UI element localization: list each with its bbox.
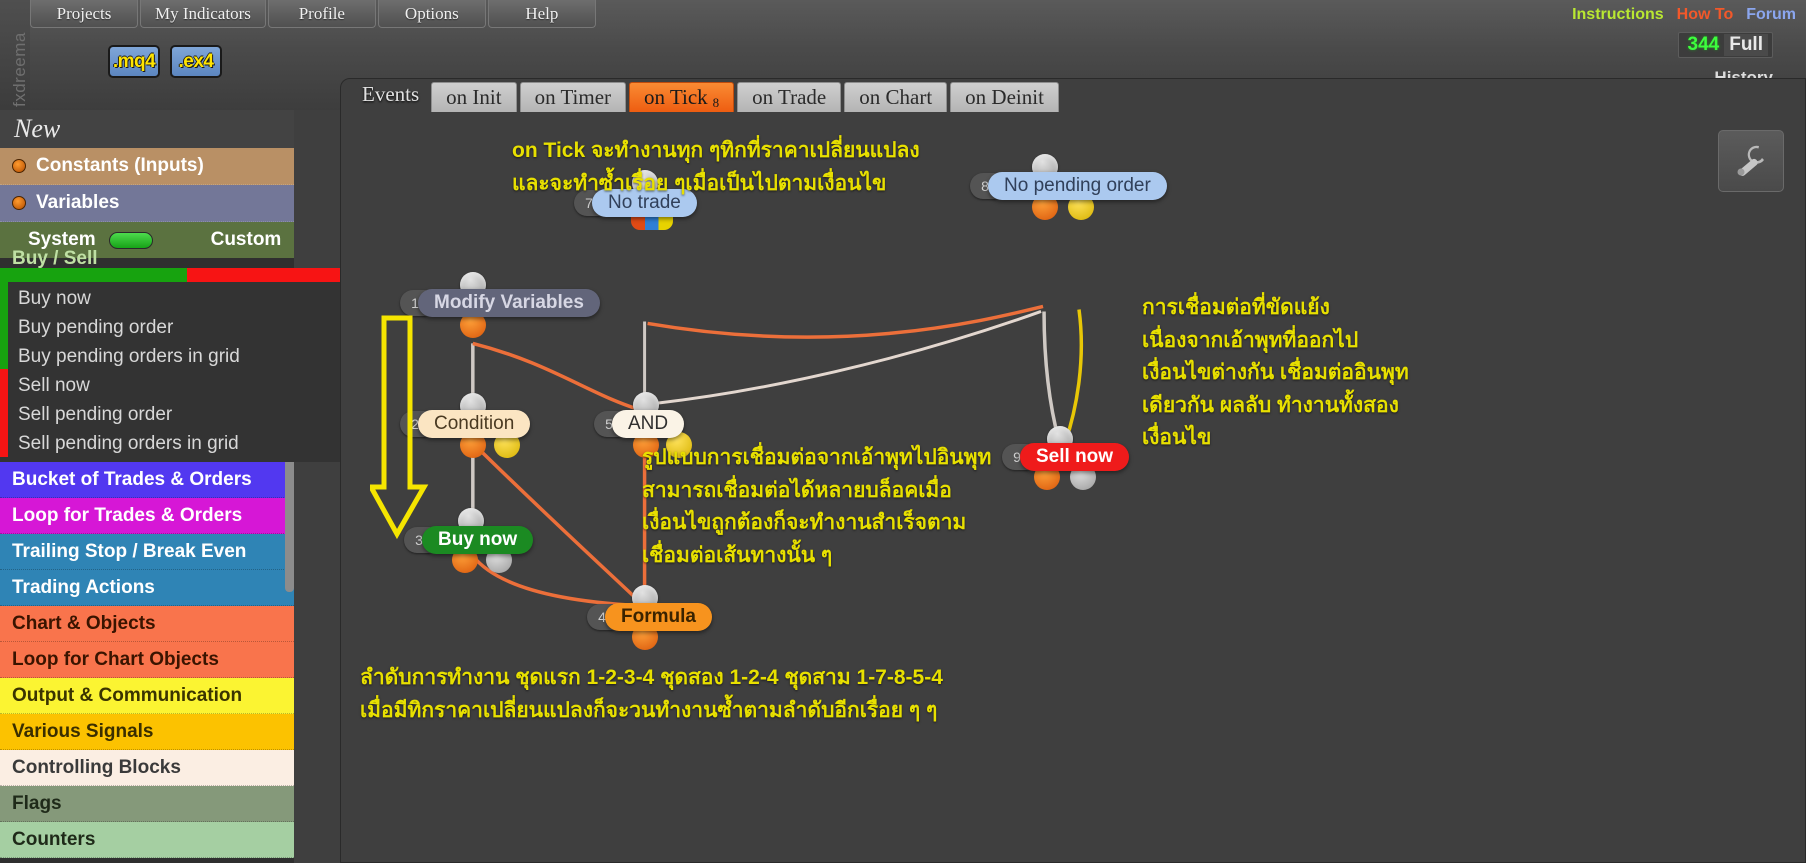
sidebar-buy-sell-label: Buy / Sell [12, 248, 98, 268]
sidebar-item-loop-chart-objects[interactable]: Loop for Chart Objects [0, 642, 340, 678]
sidebar-item-constants-label: Constants (Inputs) [36, 155, 204, 176]
buy-band [0, 268, 187, 282]
down-arrow-annotation [370, 315, 429, 540]
node-formula[interactable]: 4 Formula [587, 603, 712, 631]
node-1-label: Modify Variables [418, 289, 600, 317]
menu-tab-help[interactable]: Help [487, 0, 596, 28]
node-2-label: Condition [418, 410, 531, 438]
tab-on-tick[interactable]: on Tick 8 [629, 82, 735, 112]
sell-edge [0, 369, 8, 457]
events-label: Events [362, 82, 420, 106]
list-item[interactable]: Buy pending orders in grid [0, 342, 340, 371]
menu-tab-projects[interactable]: Projects [30, 0, 138, 28]
tab-on-tick-label: on Tick [644, 85, 708, 109]
flow-canvas[interactable]: 1 Modify Variables 7 No trade 8 No pendi… [342, 112, 1804, 861]
download-mq4-button[interactable]: .mq4 [108, 45, 160, 78]
node-no-pending-order[interactable]: 8 No pending order [970, 172, 1167, 200]
node-9-label: Sell now [1020, 443, 1130, 471]
link-how-to[interactable]: How To [1677, 6, 1734, 24]
menu-tab-my-indicators[interactable]: My Indicators [140, 0, 266, 28]
annotation-middle: รูปแบบการเชื่อมต่อจากเอ้าพุทไปอินพุท สาม… [642, 446, 992, 567]
node-and[interactable]: 5 AND [594, 410, 685, 438]
sidebar-item-constants[interactable]: Constants (Inputs) [0, 148, 340, 185]
tab-on-deinit-label: on Deinit [965, 85, 1044, 109]
toggle-system[interactable] [108, 231, 153, 249]
tab-on-timer[interactable]: on Timer [519, 82, 627, 112]
wrench-tool-button[interactable] [1718, 130, 1784, 192]
tab-on-tick-badge: 8 [712, 94, 720, 110]
list-item[interactable]: Sell pending orders in grid [0, 429, 340, 458]
history-mode-full[interactable]: Full [1724, 34, 1768, 56]
tab-on-trade[interactable]: on Trade [737, 82, 842, 112]
sidebar-buy-sell-band: Buy / Sell [0, 248, 340, 282]
menu-tab-options[interactable]: Options [377, 0, 486, 28]
tab-on-trade-label: on Trade [752, 85, 827, 109]
link-instructions[interactable]: Instructions [1572, 6, 1664, 24]
wrench-icon [1737, 145, 1764, 176]
sidebar-divider [294, 110, 340, 863]
toggle-custom-label: Custom [210, 229, 282, 250]
sidebar-item-chart-and-objects[interactable]: Chart & Objects [0, 606, 340, 642]
history-count: 344 [1687, 34, 1720, 55]
node-3-label: Buy now [422, 526, 534, 554]
list-item[interactable]: Sell now [0, 371, 340, 400]
download-ex4-button[interactable]: .ex4 [170, 45, 222, 78]
top-links: Instructions How To Forum [1572, 6, 1796, 24]
tab-on-timer-label: on Timer [534, 85, 612, 109]
sidebar-item-output-communication[interactable]: Output & Communication [0, 678, 340, 714]
sidebar-item-counters[interactable]: Counters [0, 822, 340, 858]
tab-on-init-label: on Init [446, 85, 502, 109]
tab-on-chart-label: on Chart [859, 85, 933, 109]
list-item[interactable]: Buy pending order [0, 313, 340, 342]
list-item[interactable]: Buy now [0, 284, 340, 313]
annotation-top: on Tick จะทำงานทุก ๆทิกที่ราคาเปลี่ยนแปล… [512, 139, 920, 195]
sidebar-item-controlling-blocks[interactable]: Controlling Blocks [0, 750, 340, 786]
event-tab-strip: Events on Init on Timer on Tick 8 on Trad… [350, 76, 1062, 112]
app-root: fxdreema Projects My Indicators Profile … [0, 0, 1806, 863]
sidebar-item-various-signals[interactable]: Various Signals [0, 714, 340, 750]
bullet-icon [12, 196, 26, 210]
node-sell-now[interactable]: 9 Sell now [1002, 443, 1130, 471]
sell-band [187, 268, 340, 282]
link-forum[interactable]: Forum [1746, 6, 1796, 24]
bullet-icon [12, 159, 26, 173]
sidebar: New Constants (Inputs) Variables System … [0, 110, 340, 863]
connection-wires [471, 304, 1084, 608]
annotation-right: การเชื่อมต่อที่ขัดแย้ง เนื่องจากเอ้าพุทท… [1142, 296, 1409, 450]
history-counter[interactable]: 344 Full [1677, 32, 1773, 58]
sidebar-orders-list: Buy now Buy pending order Buy pending or… [0, 282, 340, 462]
brand-strip: fxdreema [0, 0, 30, 120]
sidebar-item-variables[interactable]: Variables [0, 185, 340, 222]
sidebar-item-flags[interactable]: Flags [0, 786, 340, 822]
tab-on-deinit[interactable]: on Deinit [950, 82, 1059, 112]
list-item[interactable]: Sell pending order [0, 400, 340, 429]
annotation-bottom: ลำดับการทำงาน ชุดแรก 1-2-3-4 ชุดสอง 1-2-… [360, 666, 943, 722]
brand-label: fxdreema [10, 32, 29, 107]
node-4-label: Formula [605, 603, 712, 631]
tab-on-chart[interactable]: on Chart [844, 82, 948, 112]
node-5-label: AND [612, 410, 685, 438]
menu-tab-profile[interactable]: Profile [267, 0, 376, 28]
sidebar-item-variables-label: Variables [36, 192, 120, 213]
node-8-label: No pending order [988, 172, 1167, 200]
buy-edge [0, 282, 8, 369]
main-menu: Projects My Indicators Profile Options H… [30, 0, 598, 28]
sidebar-new-header: New [0, 110, 340, 148]
format-buttons: .mq4 .ex4 [108, 45, 222, 78]
tab-on-init[interactable]: on Init [431, 82, 517, 112]
